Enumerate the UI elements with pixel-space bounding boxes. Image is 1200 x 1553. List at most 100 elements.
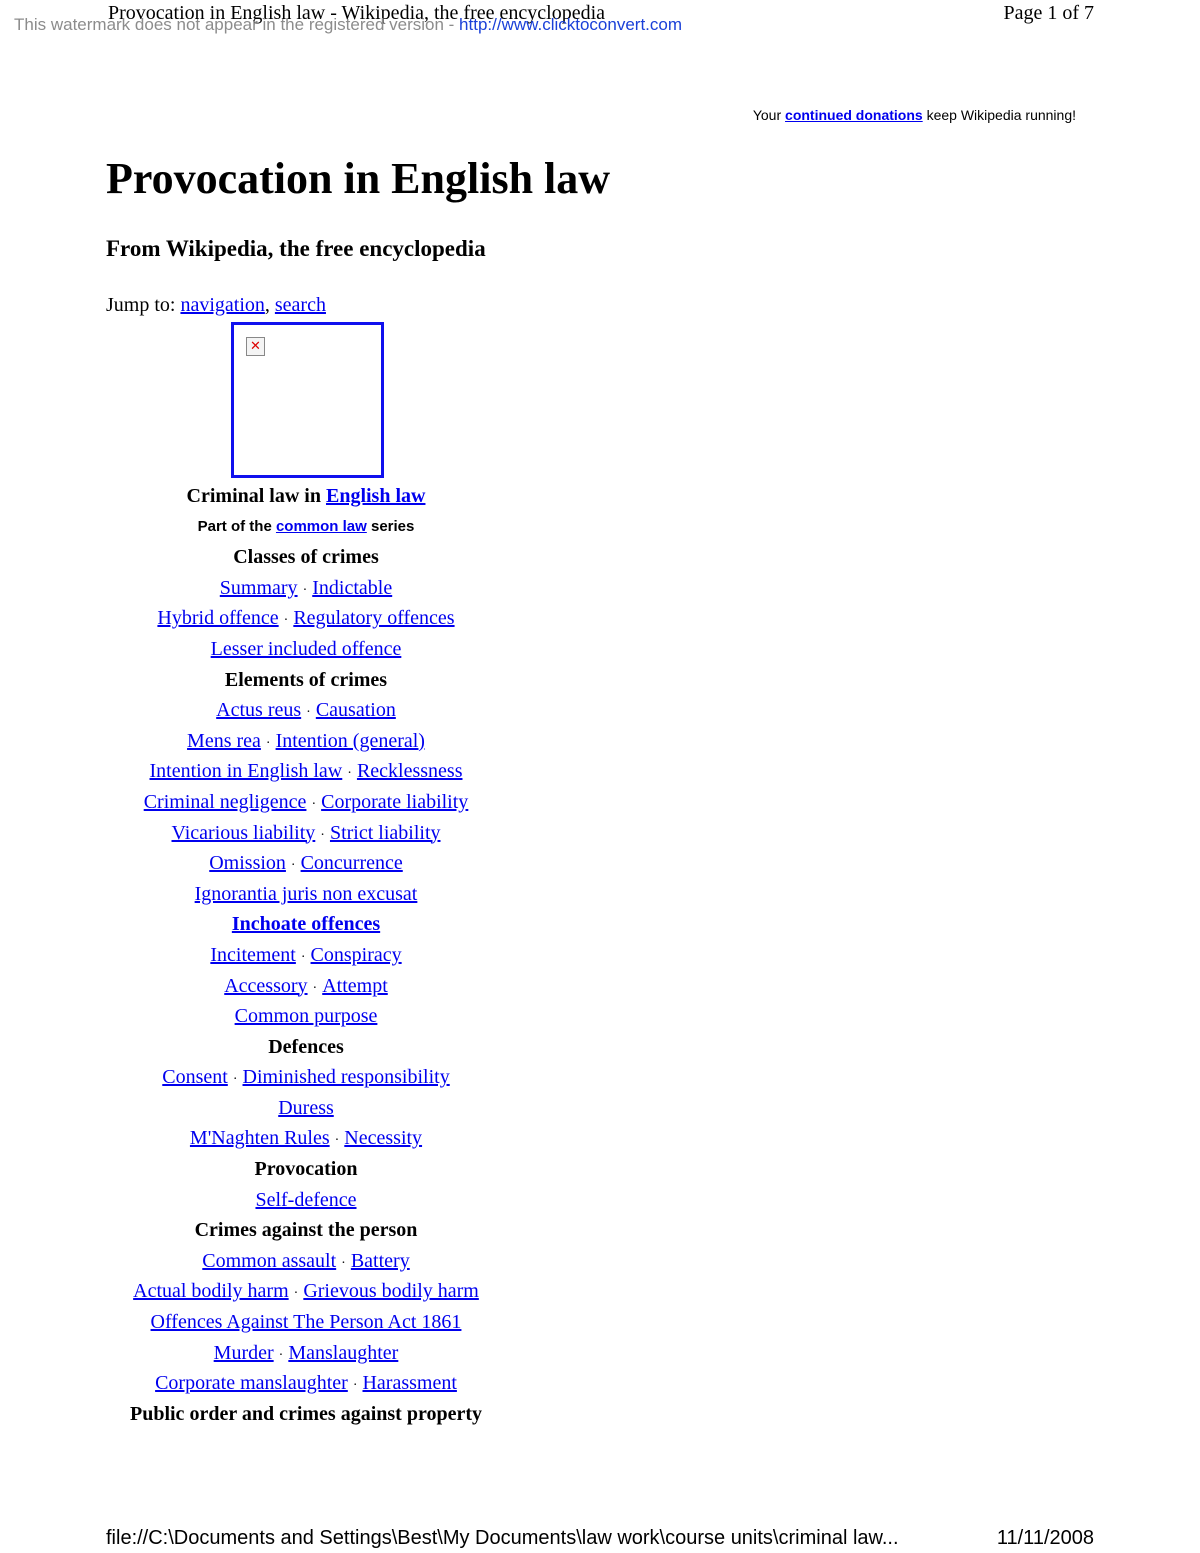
infobox-series: Part of the common law series bbox=[100, 512, 512, 543]
infobox-link-row: Omission · Concurrence bbox=[100, 848, 512, 879]
print-header-page-number: Page 1 of 7 bbox=[1003, 2, 1094, 24]
english-law-link[interactable]: English law bbox=[326, 485, 425, 507]
intention-english-law-link[interactable]: Intention in English law bbox=[150, 760, 343, 782]
omission-link[interactable]: Omission bbox=[209, 852, 286, 874]
infobox-link-row: Actual bodily harm · Grievous bodily harm bbox=[100, 1276, 512, 1307]
link-separator: · bbox=[320, 827, 325, 843]
infobox-link-row: Actus reus · Causation bbox=[100, 695, 512, 726]
infobox-link-row: Offences Against The Person Act 1861 bbox=[100, 1307, 512, 1338]
infobox-title-text: Criminal law in bbox=[186, 485, 326, 507]
actual-bodily-harm-link[interactable]: Actual bodily harm bbox=[133, 1280, 289, 1302]
diminished-responsibility-link[interactable]: Diminished responsibility bbox=[243, 1066, 450, 1088]
jump-to-bar: Jump to: navigation, search bbox=[106, 294, 326, 317]
page-subtitle: From Wikipedia, the free encyclopedia bbox=[106, 236, 486, 261]
link-separator: · bbox=[306, 705, 311, 721]
grievous-bodily-harm-link[interactable]: Grievous bodily harm bbox=[303, 1280, 479, 1302]
vicarious-liability-link[interactable]: Vicarious liability bbox=[172, 822, 316, 844]
print-footer-path: file://C:\Documents and Settings\Best\My… bbox=[106, 1527, 899, 1549]
series-suffix: series bbox=[366, 517, 415, 535]
section-elements-of-crimes: Elements of crimes bbox=[224, 668, 388, 691]
accessory-link[interactable]: Accessory bbox=[224, 975, 307, 997]
print-footer-date: 11/11/2008 bbox=[996, 1527, 1094, 1549]
infobox-image-link[interactable]: ✕ bbox=[231, 322, 384, 478]
criminal-negligence-link[interactable]: Criminal negligence bbox=[144, 791, 307, 813]
jump-separator: , bbox=[264, 294, 275, 316]
common-law-link[interactable]: common law bbox=[276, 518, 367, 535]
section-public-order-property: Public order and crimes against property bbox=[129, 1402, 483, 1425]
ignorantia-link[interactable]: Ignorantia juris non excusat bbox=[195, 883, 418, 905]
infobox-link-row: Accessory · Attempt bbox=[100, 971, 512, 1002]
mnaghten-rules-link[interactable]: M'Naghten Rules bbox=[190, 1127, 330, 1149]
causation-link[interactable]: Causation bbox=[316, 699, 396, 721]
indictable-link[interactable]: Indictable bbox=[312, 577, 392, 599]
infobox-link-row: Criminal negligence · Corporate liability bbox=[100, 787, 512, 818]
donations-link[interactable]: continued donations bbox=[785, 107, 923, 123]
necessity-link[interactable]: Necessity bbox=[344, 1127, 422, 1149]
link-separator: · bbox=[265, 735, 271, 751]
infobox-link-row: Intention in English law · Recklessness bbox=[100, 756, 512, 787]
hybrid-offence-link[interactable]: Hybrid offence bbox=[157, 607, 278, 629]
inchoate-offences-link[interactable]: Inchoate offences bbox=[232, 913, 380, 935]
infobox-link-row: Ignorantia juris non excusat bbox=[100, 879, 512, 910]
link-separator: · bbox=[283, 613, 289, 629]
jump-search-link[interactable]: search bbox=[275, 294, 326, 316]
link-separator: · bbox=[341, 1255, 346, 1271]
murder-link[interactable]: Murder bbox=[214, 1342, 274, 1364]
harassment-link[interactable]: Harassment bbox=[362, 1372, 456, 1394]
infobox-link-row: Murder · Manslaughter bbox=[100, 1338, 512, 1369]
donation-suffix: keep Wikipedia running! bbox=[922, 107, 1076, 123]
series-prefix: Part of the bbox=[197, 517, 276, 535]
jump-to-label: Jump to: bbox=[106, 294, 181, 316]
consent-link[interactable]: Consent bbox=[162, 1066, 228, 1088]
watermark-notice: This watermark does not appear in the re… bbox=[14, 15, 682, 35]
corporate-liability-link[interactable]: Corporate liability bbox=[321, 791, 468, 813]
regulatory-offences-link[interactable]: Regulatory offences bbox=[293, 607, 454, 629]
oapa-1861-link[interactable]: Offences Against The Person Act 1861 bbox=[151, 1311, 462, 1333]
attempt-link[interactable]: Attempt bbox=[322, 975, 388, 997]
lesser-included-offence-link[interactable]: Lesser included offence bbox=[211, 638, 402, 660]
link-separator: · bbox=[232, 1072, 238, 1088]
mens-rea-link[interactable]: Mens rea bbox=[187, 730, 261, 752]
concurrence-link[interactable]: Concurrence bbox=[301, 852, 403, 874]
link-separator: · bbox=[293, 1286, 299, 1302]
infobox-link-row: Duress bbox=[100, 1093, 512, 1124]
intention-general-link[interactable]: Intention (general) bbox=[276, 730, 425, 752]
section-inchoate-offences: Inchoate offences bbox=[100, 909, 512, 940]
infobox-link-row: Vicarious liability · Strict liability bbox=[100, 818, 512, 849]
duress-link[interactable]: Duress bbox=[278, 1097, 334, 1119]
battery-link[interactable]: Battery bbox=[351, 1250, 410, 1272]
infobox-link-row: Mens rea · Intention (general) bbox=[100, 726, 512, 757]
criminal-law-infobox: Criminal law in English law Part of the … bbox=[100, 481, 512, 1429]
infobox-link-row: M'Naghten Rules · Necessity bbox=[100, 1123, 512, 1154]
infobox-title: Criminal law in English law bbox=[100, 481, 512, 512]
watermark-url[interactable]: http://www.clicktoconvert.com bbox=[459, 15, 682, 34]
infobox-link-row: Incitement · Conspiracy bbox=[100, 940, 512, 971]
infobox-link-row: Common purpose bbox=[100, 1001, 512, 1032]
infobox-link-row: Common assault · Battery bbox=[100, 1246, 512, 1277]
corporate-manslaughter-link[interactable]: Corporate manslaughter bbox=[155, 1372, 348, 1394]
link-separator: · bbox=[347, 766, 352, 782]
common-assault-link[interactable]: Common assault bbox=[202, 1250, 336, 1272]
section-defences: Defences bbox=[268, 1035, 344, 1058]
link-separator: · bbox=[334, 1133, 340, 1149]
infobox-link-row: Self-defence bbox=[100, 1185, 512, 1216]
link-separator: · bbox=[278, 1347, 284, 1363]
page-title: Provocation in English law bbox=[106, 154, 611, 203]
section-crimes-against-person: Crimes against the person bbox=[194, 1219, 418, 1242]
incitement-link[interactable]: Incitement bbox=[210, 944, 296, 966]
manslaughter-link[interactable]: Manslaughter bbox=[288, 1342, 398, 1364]
actus-reus-link[interactable]: Actus reus bbox=[216, 699, 301, 721]
self-defence-link[interactable]: Self-defence bbox=[255, 1189, 356, 1211]
watermark-text: This watermark does not appear in the re… bbox=[14, 15, 460, 34]
conspiracy-link[interactable]: Conspiracy bbox=[311, 944, 402, 966]
link-separator: · bbox=[300, 949, 306, 965]
common-purpose-link[interactable]: Common purpose bbox=[235, 1005, 378, 1027]
summary-link[interactable]: Summary bbox=[220, 577, 298, 599]
strict-liability-link[interactable]: Strict liability bbox=[330, 822, 441, 844]
link-separator: · bbox=[290, 858, 296, 874]
recklessness-link[interactable]: Recklessness bbox=[357, 760, 463, 782]
link-separator: · bbox=[312, 980, 318, 996]
infobox-link-row: Lesser included offence bbox=[100, 634, 512, 665]
jump-navigation-link[interactable]: navigation bbox=[180, 294, 264, 316]
infobox-link-row: Consent · Diminished responsibility bbox=[100, 1062, 512, 1093]
